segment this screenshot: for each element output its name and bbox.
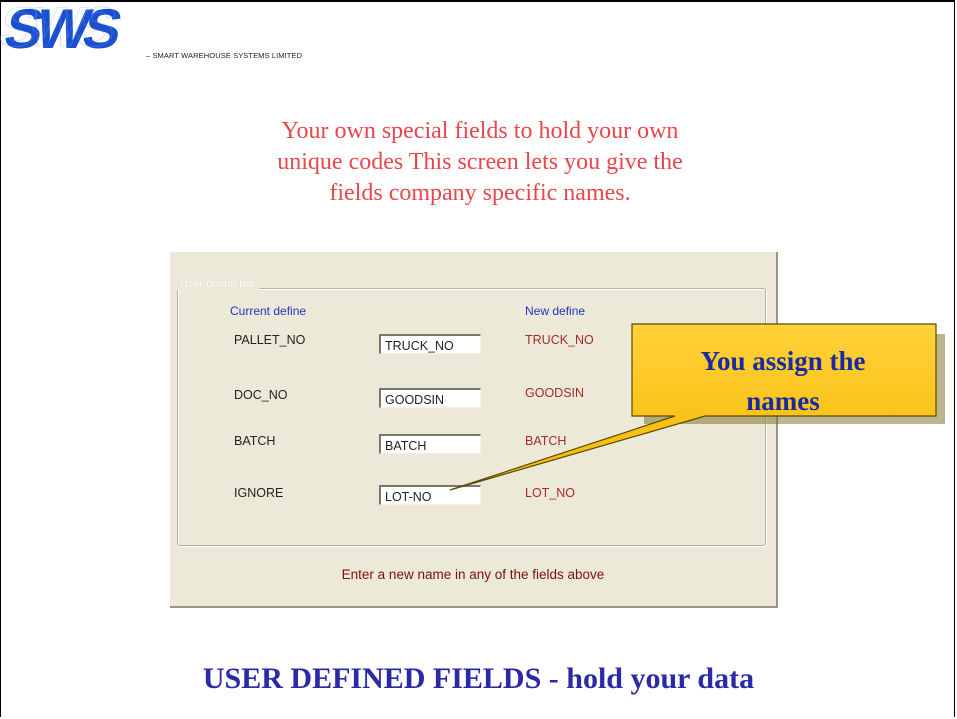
current-name: PALLET_NO: [234, 333, 306, 347]
sws-logo: SWS SWS: [0, 0, 126, 52]
instruction-text: Enter a new name in any of the fields ab…: [341, 567, 605, 582]
new-name-input[interactable]: [379, 485, 481, 505]
intro-line: fields company specific names.: [329, 180, 631, 206]
new-name-input[interactable]: [379, 434, 481, 454]
new-define-value: GOODSIN: [525, 386, 585, 400]
callout-line: You assign the: [700, 346, 866, 376]
new-define-value: BATCH: [525, 434, 567, 448]
new-define-header: New define: [525, 304, 586, 318]
current-name: BATCH: [234, 434, 276, 448]
slide-title: USER DEFINED FIELDS - hold your data: [202, 662, 755, 695]
callout-line: names: [746, 386, 820, 416]
company-tagline: – SMART WAREHOUSE SYSTEMS LIMITED: [146, 51, 303, 60]
new-name-input[interactable]: [379, 334, 481, 354]
intro-line: Your own special fields to hold your own: [281, 118, 679, 144]
callout-text: You assign the names: [632, 341, 934, 421]
user-define-dialog: User define bar Current define New defin…: [170, 252, 778, 608]
svg-text:SWS: SWS: [0, 0, 121, 52]
intro-line: unique codes This screen lets you give t…: [277, 149, 683, 175]
current-define-header: Current define: [230, 304, 307, 318]
groupbox-title: User define bar: [176, 278, 260, 290]
new-name-input[interactable]: [379, 388, 481, 408]
new-define-value: LOT_NO: [525, 486, 576, 500]
current-name: IGNORE: [234, 486, 284, 500]
new-define-value: TRUCK_NO: [525, 333, 594, 347]
intro-text: Your own special fields to hold your own…: [160, 116, 800, 209]
current-name: DOC_NO: [234, 388, 288, 402]
